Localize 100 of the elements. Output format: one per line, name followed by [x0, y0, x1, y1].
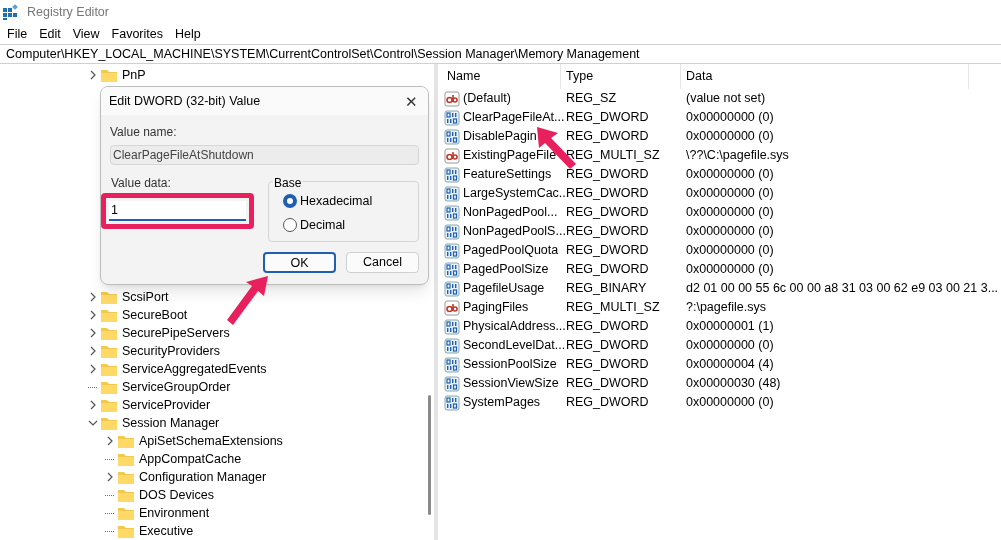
tree-item[interactable]: SecureBoot: [122, 305, 188, 325]
value-data: ?:\pagefile.sys: [685, 299, 766, 317]
value-data: 0x00000030 (48): [685, 375, 781, 393]
binary-value-icon: [444, 261, 460, 278]
value-type: REG_DWORD: [565, 394, 650, 412]
value-name[interactable]: PhysicalAddress...: [463, 317, 566, 336]
value-data: 0x00000000 (0): [685, 204, 774, 222]
value-data: 0x00000000 (0): [685, 109, 774, 127]
value-name[interactable]: ClearPageFileAt...: [463, 108, 565, 127]
pointer-arrow: [227, 276, 268, 325]
value-name[interactable]: PagingFiles: [463, 298, 529, 317]
dialog-title: Edit DWORD (32-bit) Value: [109, 92, 261, 110]
tree-item[interactable]: SecurePipeServers: [122, 323, 230, 343]
field-label: Value data:: [110, 175, 172, 192]
chevron-icon[interactable]: [88, 418, 98, 428]
chevron-icon[interactable]: [88, 364, 98, 374]
folder-icon: [117, 469, 135, 485]
chevron-icon[interactable]: [88, 328, 98, 338]
dialog-button[interactable]: OK: [263, 251, 336, 273]
value-data: (value not set): [685, 90, 766, 108]
scrollbar-thumb[interactable]: [428, 395, 431, 515]
app-icon: [3, 4, 19, 20]
value-type: REG_DWORD: [565, 261, 650, 279]
tree-item[interactable]: SecurityProviders: [122, 341, 220, 361]
chevron-icon[interactable]: [88, 400, 98, 410]
value-data: 0x00000000 (0): [685, 223, 774, 241]
binary-value-icon: [444, 394, 460, 411]
chevron-icon[interactable]: [88, 346, 98, 356]
binary-value-icon: [444, 204, 460, 221]
value-data: d2 01 00 00 55 6c 00 00 a8 31 03 00 62 e9 03 00 21 3...: [685, 280, 999, 298]
value-type: REG_DWORD: [565, 356, 650, 374]
dialog-button[interactable]: Cancel: [346, 251, 419, 273]
tree-item[interactable]: DOS Devices: [139, 485, 215, 505]
value-name[interactable]: PagefileUsage: [463, 279, 545, 298]
tree-item[interactable]: ScsiPort: [122, 287, 169, 307]
tree-item[interactable]: AppCompatCache: [139, 449, 242, 469]
tree-item[interactable]: PnP: [122, 65, 146, 85]
menu-item[interactable]: Help: [169, 24, 207, 44]
tree-item[interactable]: Configuration Manager: [139, 467, 267, 487]
value-name[interactable]: SystemPages: [463, 393, 541, 412]
menu-item[interactable]: View: [66, 24, 106, 44]
menu-item[interactable]: Favorites: [105, 24, 169, 44]
chevron-icon[interactable]: [88, 292, 98, 302]
value-data: \??\C:\pagefile.sys: [685, 147, 789, 165]
value-name[interactable]: PagedPoolQuota: [463, 241, 559, 260]
tree-item[interactable]: Session Manager: [122, 413, 220, 433]
menu-item[interactable]: File: [1, 24, 34, 44]
binary-value-icon: [444, 185, 460, 202]
value-name[interactable]: FeatureSettings: [463, 165, 552, 184]
value-name[interactable]: SessionViewSize: [463, 374, 559, 393]
binary-value-icon: [444, 128, 460, 145]
menu-item[interactable]: Edit: [33, 24, 67, 44]
tree-item[interactable]: ApiSetSchemaExtensions: [139, 431, 283, 451]
value-data: 0x00000000 (0): [685, 242, 774, 260]
value-data: 0x00000004 (4): [685, 356, 774, 374]
value-type: REG_DWORD: [565, 166, 650, 184]
value-data: 0x00000000 (0): [685, 166, 774, 184]
close-button[interactable]: ✕: [405, 93, 418, 109]
value-name[interactable]: ExistingPageFile: [463, 146, 557, 165]
tree-item[interactable]: Environment: [139, 503, 210, 523]
radio-button[interactable]: [283, 194, 297, 209]
binary-value-icon: [444, 242, 460, 259]
folder-icon: [100, 289, 118, 305]
tree-item[interactable]: Executive: [139, 521, 194, 540]
address-bar[interactable]: Computer\HKEY_LOCAL_MACHINE\SYSTEM\CurrentControlSet\Control\Session Manager\Memory Management: [0, 44, 646, 64]
value-name[interactable]: NonPagedPoolS...: [463, 222, 566, 241]
value-name-field[interactable]: ClearPageFileAtShutdown: [110, 145, 419, 165]
value-name[interactable]: SecondLevelDat...: [463, 336, 566, 355]
column-header[interactable]: Name: [442, 64, 561, 89]
chevron-icon[interactable]: [105, 472, 115, 482]
radio-label[interactable]: Hexadecimal: [300, 192, 373, 211]
value-name[interactable]: DisablePagin: [463, 127, 537, 146]
string-value-icon: [444, 147, 460, 164]
folder-icon: [100, 397, 118, 413]
value-type: REG_BINARY: [565, 280, 648, 298]
chevron-icon[interactable]: [105, 436, 115, 446]
value-data-field[interactable]: 1: [109, 201, 246, 221]
column-header[interactable]: Type: [561, 64, 681, 89]
value-name[interactable]: NonPagedPool...: [463, 203, 558, 222]
binary-value-icon: [444, 318, 460, 335]
binary-value-icon: [444, 356, 460, 373]
value-data: 0x00000000 (0): [685, 394, 774, 412]
value-name[interactable]: SessionPoolSize: [463, 355, 557, 374]
chevron-icon[interactable]: [88, 70, 98, 80]
value-type: REG_MULTI_SZ: [565, 299, 661, 317]
tree-item[interactable]: ServiceGroupOrder: [122, 377, 231, 397]
tree-item[interactable]: ServiceProvider: [122, 395, 211, 415]
tree-item[interactable]: ServiceAggregatedEvents: [122, 359, 267, 379]
radio-label[interactable]: Decimal: [300, 215, 346, 235]
radio-button[interactable]: [283, 218, 297, 233]
value-name[interactable]: PagedPoolSize: [463, 260, 549, 279]
binary-value-icon: [444, 109, 460, 126]
folder-icon: [117, 451, 135, 467]
folder-icon: [100, 307, 118, 323]
value-name[interactable]: (Default): [463, 89, 511, 108]
field-label: Value name:: [110, 124, 178, 141]
column-header[interactable]: Data: [681, 64, 969, 89]
folder-icon: [100, 343, 118, 359]
chevron-icon[interactable]: [88, 310, 98, 320]
string-value-icon: [444, 90, 460, 107]
